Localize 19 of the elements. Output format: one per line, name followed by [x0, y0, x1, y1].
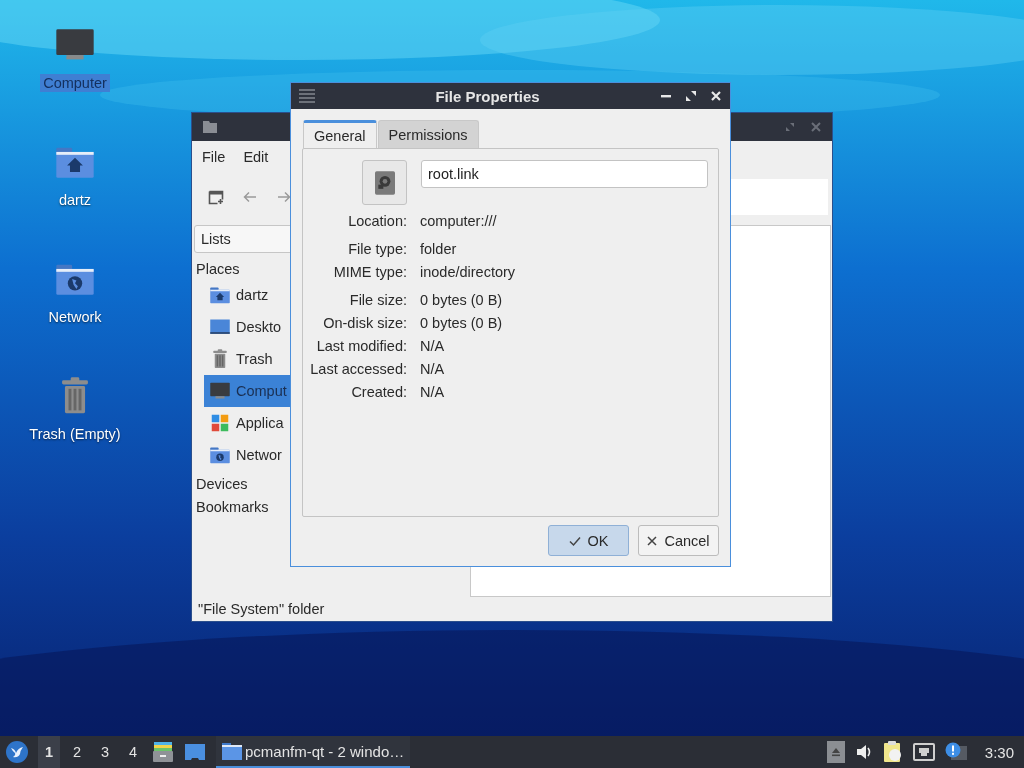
property-label: Last accessed:: [309, 360, 407, 379]
property-label: Last modified:: [315, 337, 407, 356]
property-value: computer:///: [420, 212, 498, 231]
section-header: Places: [195, 260, 240, 279]
property-label: Location:: [347, 212, 407, 231]
property-label: Created:: [350, 383, 407, 402]
property-value: inode/directory: [420, 263, 517, 282]
status-text: "File System" folder: [197, 600, 325, 619]
property-value: N/A: [420, 383, 446, 402]
property-value: 0 bytes (0 B): [420, 314, 504, 333]
property-label: On-disk size:: [322, 314, 407, 333]
property-label: File type:: [347, 240, 407, 259]
property-label: MIME type:: [332, 263, 407, 282]
property-value: 0 bytes (0 B): [420, 291, 504, 310]
property-value: N/A: [420, 337, 446, 356]
property-label: File size:: [348, 291, 407, 310]
window-title: File Properties: [434, 87, 541, 105]
property-value: N/A: [420, 360, 446, 379]
property-value: folder: [420, 240, 458, 259]
